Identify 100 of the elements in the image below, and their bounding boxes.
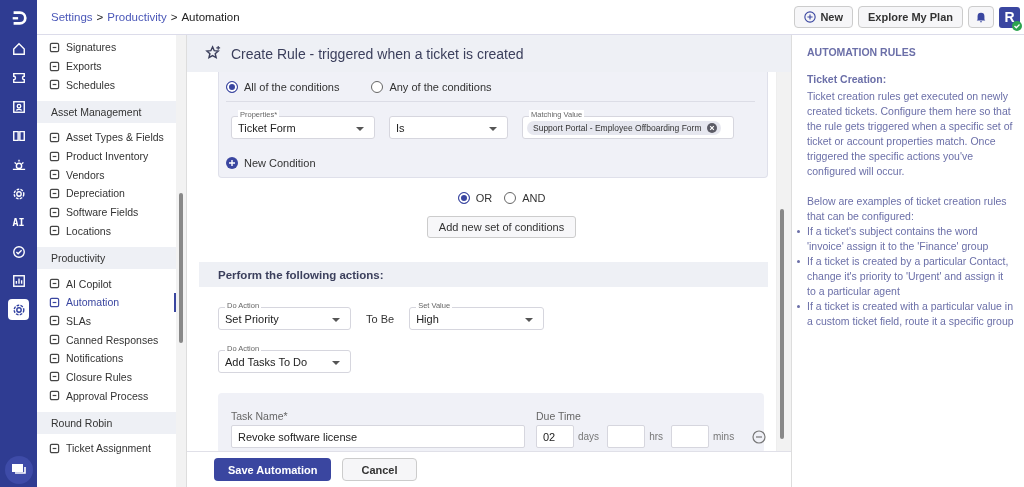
remove-icon[interactable] [706, 122, 717, 133]
square-icon [49, 315, 60, 327]
home-icon [11, 41, 26, 56]
sidebar-item[interactable]: Schedules [37, 75, 176, 95]
plus-circle-icon [804, 11, 817, 23]
remove-icon[interactable] [752, 429, 767, 444]
days-field[interactable]: 02 [536, 425, 574, 448]
contact-icon [11, 99, 26, 114]
square-icon [49, 296, 60, 308]
page-title: Create Rule - triggered when a ticket is created [231, 45, 524, 62]
minutes-field[interactable] [671, 425, 710, 448]
square-icon [49, 390, 60, 402]
bullet-icon [797, 260, 800, 263]
new-button[interactable]: New [794, 6, 853, 28]
square-icon [49, 169, 60, 181]
sun-icon [11, 157, 26, 172]
task-name-label: Task Name* [231, 410, 289, 422]
operator-select[interactable]: Is [389, 116, 508, 139]
content-scrollbar[interactable] [776, 72, 791, 451]
sidebar-item[interactable]: Ticket Assignment [37, 439, 176, 458]
breadcrumb-link[interactable]: Productivity [107, 11, 167, 23]
ai-rail-button[interactable]: AI [8, 212, 29, 233]
square-icon [49, 278, 60, 290]
notifications-button[interactable] [968, 6, 994, 28]
minutes-unit: mins [713, 431, 735, 442]
join-radio[interactable]: AND [504, 192, 546, 204]
sidebar-item[interactable]: Exports [37, 56, 176, 76]
sidebar-item[interactable]: AI Copilot [37, 274, 176, 293]
breadcrumb-link[interactable]: Settings [51, 11, 93, 23]
square-icon [49, 150, 60, 162]
sidebar-section-header: Productivity [37, 247, 176, 270]
value-chip: Support Portal - Employee Offboarding Form [527, 120, 721, 135]
caret-icon [332, 318, 340, 322]
square-icon [49, 334, 60, 346]
square-icon [49, 371, 60, 383]
breadcrumb-current: Automation [181, 11, 240, 23]
sidebar-scrollbar[interactable] [176, 35, 186, 487]
help-paragraph: Below are examples of ticket creation rules that can be configured: [807, 194, 1008, 224]
save-automation-button[interactable]: Save Automation [214, 458, 332, 481]
sidebar-item[interactable]: Approval Process [37, 386, 176, 405]
bullet-icon [797, 305, 800, 308]
sidebar-item[interactable]: Asset Types & Fields [37, 128, 176, 147]
sidebar-section-header: Round Robin [37, 412, 176, 434]
match-radio[interactable]: Any of the conditions [371, 80, 492, 93]
caret-icon [525, 318, 534, 322]
match-radio[interactable]: All of the conditions [226, 80, 340, 93]
sidebar-item[interactable]: Signatures [37, 38, 176, 57]
cancel-button[interactable]: Cancel [342, 458, 417, 481]
square-icon [49, 206, 60, 218]
chat-button[interactable] [4, 456, 33, 484]
hours-field[interactable] [607, 425, 646, 448]
help-subtitle: Ticket Creation: [807, 72, 888, 87]
action-select[interactable]: Set Priority [218, 307, 351, 330]
sidebar-item[interactable]: Software Fields [37, 202, 176, 222]
square-icon [49, 60, 60, 72]
sidebar-item[interactable]: Closure Rules [37, 367, 176, 387]
help-paragraph: Ticket creation rules get executed on newly created tickets. Configure them here so that the rule gets triggered when a specific set of ticket or account properties match. Once triggered the specific actions you've configured will occur. [807, 89, 1014, 179]
explore-plan-button[interactable]: Explore My Plan [858, 6, 963, 28]
sidebar-item[interactable]: SLAs [37, 311, 176, 331]
to-be-label: To Be [366, 312, 395, 325]
action-select[interactable]: Add Tasks To Do [218, 350, 351, 373]
plus-circle-icon [226, 157, 238, 169]
sidebar-item[interactable]: Vendors [37, 165, 176, 185]
square-icon [49, 41, 60, 53]
sidebar-item[interactable]: Notifications [37, 348, 176, 368]
set-value-select[interactable]: High [409, 307, 545, 330]
sidebar-section-header: Asset Management [37, 101, 176, 124]
square-icon [49, 79, 60, 91]
help-title: AUTOMATION RULES [807, 45, 917, 60]
sidebar-item[interactable]: Product Inventory [37, 146, 176, 166]
join-radio[interactable]: OR [457, 192, 493, 204]
sidebar-item[interactable]: Canned Responses [37, 330, 176, 349]
caret-icon [332, 361, 340, 365]
star-icon [205, 45, 222, 62]
task-name-field[interactable]: Revoke software license [231, 425, 525, 448]
breadcrumb-separator: > [96, 11, 104, 23]
square-icon [49, 225, 60, 237]
ticket-icon [11, 70, 26, 85]
add-condition-set-button[interactable]: Add new set of conditions [426, 216, 577, 238]
caret-icon [489, 127, 497, 131]
help-example: If a ticket is created by a particular Contact, change it's priority to 'Urgent' and assign it to a particular agent [807, 254, 1010, 299]
actions-title: Perform the following actions: [218, 268, 384, 281]
square-icon [49, 131, 60, 143]
breadcrumb-separator: > [170, 11, 178, 23]
bell-icon [975, 11, 987, 23]
sidebar-item[interactable]: Automation [37, 292, 176, 312]
help-example: If a ticket's subject contains the word 'invoice' assign it to the 'Finance' group [807, 224, 990, 254]
caret-icon [356, 127, 364, 131]
square-icon [49, 352, 60, 364]
days-unit: days [578, 431, 600, 442]
hours-unit: hrs [649, 431, 664, 442]
bullet-icon [797, 230, 800, 233]
help-example: If a ticket is created with a particular value in a custom ticket field, route it a specific group [807, 299, 1014, 329]
new-condition-button[interactable]: New Condition [226, 157, 316, 169]
sidebar-item[interactable]: Locations [37, 221, 176, 241]
book-icon [11, 128, 26, 143]
due-time-label: Due Time [536, 410, 582, 422]
square-icon [49, 187, 60, 199]
square-icon [49, 442, 60, 454]
sidebar-item[interactable]: Depreciation [37, 184, 176, 203]
